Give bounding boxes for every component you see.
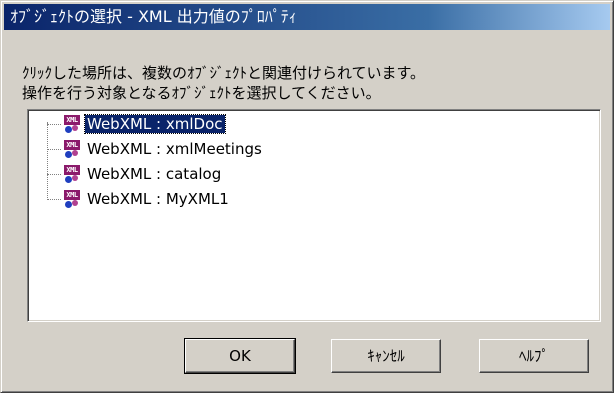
dialog-title: ｵﾌﾞｼﾞｪｸﾄの選択 - XML 出力値のﾌﾟﾛﾊﾟﾃｨ xyxy=(4,4,610,30)
ok-button[interactable]: OK xyxy=(184,338,296,374)
tree-branch-line xyxy=(47,173,61,175)
tree-branch-line xyxy=(47,198,61,200)
instruction-line-1: ｸﾘｯｸした場所は、複数のｵﾌﾞｼﾞｪｸﾄと関連付けられています。 xyxy=(22,64,426,82)
xml-icon: XML xyxy=(63,139,81,159)
xml-icon: XML xyxy=(63,114,81,134)
xml-icon: XML xyxy=(63,164,81,184)
xml-icon: XML xyxy=(63,189,81,209)
object-tree-list[interactable]: XML WebXML : xmlDoc XML WebXML : xmlMeet… xyxy=(27,109,601,322)
help-button[interactable]: ﾍﾙﾌﾟ xyxy=(479,339,589,373)
cancel-button[interactable]: ｷｬﾝｾﾙ xyxy=(331,339,441,373)
tree-item-label: WebXML : catalog xyxy=(87,165,222,183)
tree-item-label: WebXML : xmlDoc xyxy=(84,114,226,134)
tree-item-label: WebXML : MyXML1 xyxy=(87,190,229,208)
tree-branch-line xyxy=(47,148,61,150)
object-selection-dialog: ｵﾌﾞｼﾞｪｸﾄの選択 - XML 出力値のﾌﾟﾛﾊﾟﾃｨ ｸﾘｯｸした場所は、… xyxy=(0,0,614,393)
tree-item-xmldoc[interactable]: XML WebXML : xmlDoc xyxy=(47,113,226,135)
tree-item-xmlmeetings[interactable]: XML WebXML : xmlMeetings xyxy=(47,138,264,160)
tree-item-myxml1[interactable]: XML WebXML : MyXML1 xyxy=(47,188,231,210)
instruction-line-2: 操作を行う対象となるｵﾌﾞｼﾞｪｸﾄを選択してください。 xyxy=(22,84,381,102)
tree-item-catalog[interactable]: XML WebXML : catalog xyxy=(47,163,223,185)
instruction-text: ｸﾘｯｸした場所は、複数のｵﾌﾞｼﾞｪｸﾄと関連付けられています。 操作を行う対… xyxy=(22,63,602,103)
tree-branch-line xyxy=(47,123,61,125)
tree-item-label: WebXML : xmlMeetings xyxy=(87,140,262,158)
